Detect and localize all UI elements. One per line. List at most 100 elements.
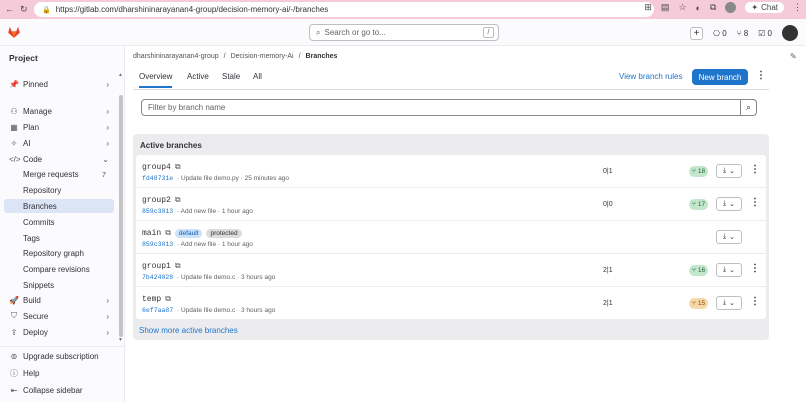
sidebar-item-secure[interactable]: ⛉ Secure › [4, 309, 114, 323]
merge-request-icon: ⑂ [692, 201, 696, 208]
users-icon: ⚇ [10, 106, 18, 116]
download-dropdown[interactable]: ⤓ ⌄ [716, 296, 742, 310]
commit-sha-link[interactable]: 6ef7aa87 [142, 307, 173, 314]
sidebar-footer [0, 346, 124, 347]
tab-all[interactable]: All [253, 72, 262, 86]
branch-actions-icon[interactable]: ⋮ [750, 164, 760, 175]
sidebar-item-snippets[interactable]: Snippets [4, 278, 114, 292]
sidebar-item-ai[interactable]: ✧ AI › [4, 136, 114, 150]
view-branch-rules-link[interactable]: View branch rules [619, 72, 682, 81]
sidebar-item-compare-revisions[interactable]: Compare revisions [4, 262, 114, 276]
menu-icon[interactable]: ⋮ [793, 2, 802, 13]
feedback-icon[interactable]: ✎ [790, 52, 797, 61]
download-icon: ⤓ [723, 299, 727, 306]
commit-message: · Update file demo.c · 3 hours ago [177, 274, 276, 281]
extension-icon[interactable]: ◐ [696, 3, 701, 13]
sidebar-item-plan[interactable]: ▦ Plan › [4, 120, 114, 134]
breadcrumb-group[interactable]: dharshininarayanan4-group [133, 53, 219, 60]
reload-icon[interactable]: ↻ [20, 4, 28, 15]
copy-icon[interactable]: ⧉ [165, 228, 171, 238]
sidebar-item-repository-graph[interactable]: Repository graph [4, 246, 114, 260]
search-button[interactable]: ⌕ [740, 99, 757, 116]
copy-icon[interactable]: ⧉ [175, 162, 181, 172]
branch-actions-icon[interactable]: ⋮ [750, 197, 760, 208]
sidebar-scrollbar[interactable] [119, 95, 123, 337]
sidebar-item-pinned[interactable]: 📌 Pinned › [4, 77, 114, 91]
chevron-right-icon: › [106, 138, 109, 148]
sidebar-item-manage[interactable]: ⚇ Manage › [4, 104, 114, 118]
more-actions-icon[interactable]: ⋮ [756, 70, 766, 81]
chat-button[interactable]: ✦ Chat [745, 2, 784, 13]
scroll-up-icon[interactable]: ▲ [118, 72, 123, 78]
sidebar-item-tags[interactable]: Tags [4, 231, 114, 245]
scroll-down-icon[interactable]: ▼ [118, 337, 123, 343]
tab-overview[interactable]: Overview [139, 72, 173, 88]
commit-sha-link[interactable]: 859c3013 [142, 241, 173, 248]
collapse-icon: ⇤ [10, 385, 18, 395]
plan-icon: ▦ [10, 122, 18, 132]
branch-name-link[interactable]: main [142, 229, 161, 238]
create-new-button[interactable]: + [689, 26, 703, 40]
help-link[interactable]: ⓘ Help [4, 366, 114, 380]
sidebar-item-commits[interactable]: Commits [4, 215, 114, 229]
branch-name-link[interactable]: temp [142, 295, 161, 304]
reader-icon[interactable]: ▤ [661, 2, 670, 13]
upgrade-icon: ⊚ [10, 351, 18, 361]
show-more-link[interactable]: Show more active branches [139, 326, 238, 335]
chevron-down-icon: ⌄ [729, 168, 735, 175]
address-bar[interactable]: 🔒 https://gitlab.com/dharshininarayanan4… [34, 2, 654, 17]
branch-row: group2 ⧉ 859c3013 · Add new file · 1 hou… [136, 188, 766, 221]
download-dropdown[interactable]: ⤓ ⌄ [716, 197, 742, 211]
sidebar-item-deploy[interactable]: ⇪ Deploy › [4, 325, 114, 339]
issues-button[interactable]: ⎔ 0 [713, 29, 727, 38]
branch-name-link[interactable]: group2 [142, 196, 171, 205]
translate-icon[interactable]: ⊞ [644, 2, 652, 13]
search-icon: ⌕ [745, 102, 752, 112]
commit-sha-link[interactable]: fd48731e [142, 175, 173, 182]
breadcrumb-current[interactable]: Branches [306, 53, 338, 60]
merge-request-badge[interactable]: ⑂ 17 [689, 199, 709, 210]
sidebar-item-branches[interactable]: Branches [4, 199, 114, 213]
download-icon: ⤓ [723, 266, 727, 273]
puzzle-icon[interactable]: ⧉ [710, 2, 716, 13]
merge-request-badge[interactable]: ⑂ 18 [689, 166, 709, 177]
commit-sha-link[interactable]: 859c3013 [142, 208, 173, 215]
copy-icon[interactable]: ⧉ [175, 261, 181, 271]
todos-button[interactable]: ☑ 0 [758, 29, 772, 38]
branch-name-link[interactable]: group1 [142, 262, 171, 271]
branch-filter-input[interactable]: Filter by branch name [141, 99, 741, 116]
breadcrumb-project[interactable]: Decision-memory-Ai [231, 53, 294, 60]
sidebar-item-repository[interactable]: Repository [4, 183, 114, 197]
merge-requests-button[interactable]: ⑂ 8 [737, 29, 748, 38]
user-avatar[interactable] [782, 25, 798, 41]
sidebar-item-code[interactable]: </> Code ⌄ [4, 152, 114, 166]
chevron-right-icon: › [106, 295, 109, 305]
download-dropdown[interactable]: ⤓ ⌄ [716, 263, 742, 277]
copy-icon[interactable]: ⧉ [175, 195, 181, 205]
tab-active[interactable]: Active [187, 72, 209, 86]
tab-stale[interactable]: Stale [222, 72, 240, 86]
download-dropdown[interactable]: ⤓ ⌄ [716, 230, 742, 244]
star-icon[interactable]: ☆ [678, 2, 686, 13]
new-branch-button[interactable]: New branch [692, 69, 748, 85]
merge-request-badge[interactable]: ⑂ 16 [689, 265, 709, 276]
sidebar-item-build[interactable]: 🚀 Build › [4, 293, 114, 307]
sidebar-item-merge-requests[interactable]: Merge requests 7 [4, 167, 114, 181]
upgrade-subscription-link[interactable]: ⊚ Upgrade subscription [4, 349, 114, 363]
branch-actions-icon[interactable]: ⋮ [750, 263, 760, 274]
gitlab-topbar: ⌕ Search or go to... / + ⎔ 0 ⑂ 8 ☑ 0 [0, 19, 806, 46]
branch-actions-icon[interactable]: ⋮ [750, 296, 760, 307]
collapse-sidebar-button[interactable]: ⇤ Collapse sidebar [4, 383, 114, 397]
back-icon[interactable]: ← [5, 4, 14, 15]
gitlab-logo-icon[interactable] [7, 25, 21, 39]
branch-list: group4 ⧉ fd48731e · Update file demo.py … [136, 155, 766, 319]
download-dropdown[interactable]: ⤓ ⌄ [716, 164, 742, 178]
copy-icon[interactable]: ⧉ [165, 294, 171, 304]
shield-icon: ⛉ [11, 311, 17, 320]
commit-sha-link[interactable]: 7b424028 [142, 274, 173, 281]
global-search-input[interactable]: ⌕ Search or go to... / [309, 24, 499, 41]
merge-request-badge[interactable]: ⑂ 15 [689, 298, 709, 309]
breadcrumb: dharshininarayanan4-group / Decision-mem… [133, 53, 337, 60]
branch-name-link[interactable]: group4 [142, 163, 171, 172]
profile-avatar[interactable] [725, 2, 737, 13]
